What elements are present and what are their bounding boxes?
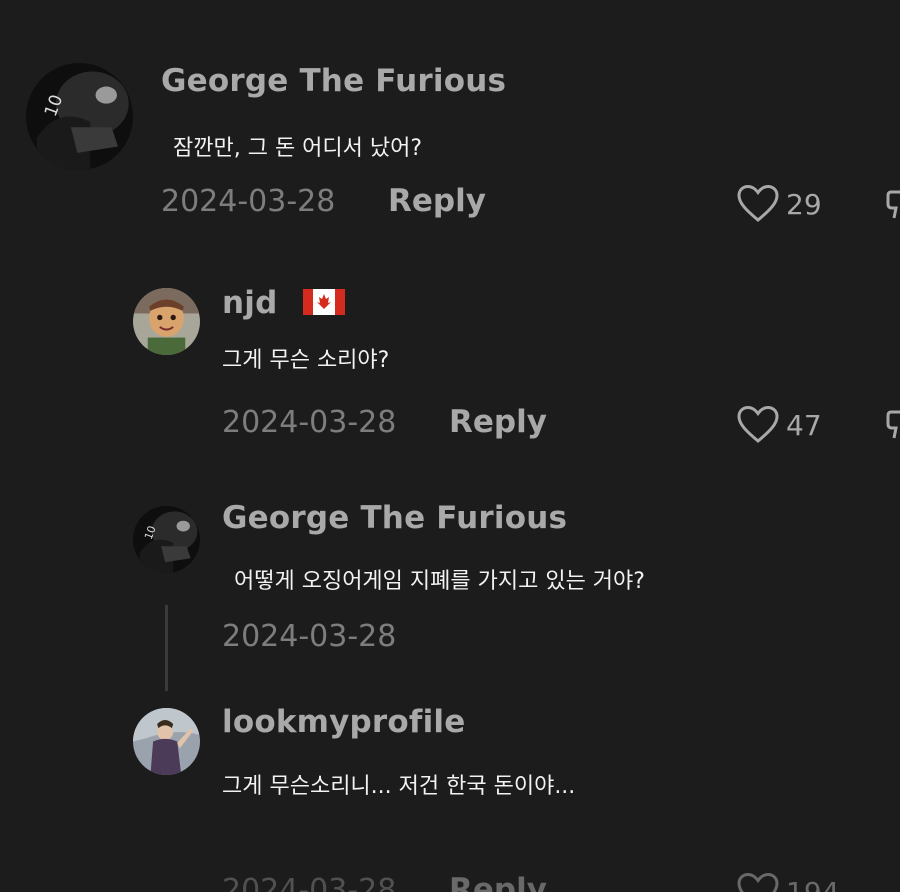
dislike-icon[interactable] <box>886 410 900 440</box>
username-text: njd <box>222 285 278 321</box>
helmet-avatar-icon: 10 <box>26 63 133 170</box>
comment-date: 2024-03-28 <box>222 873 397 892</box>
comment-thread-screen: 10 George The Furious 잠깐만, 그 돈 어디서 났어? 2… <box>0 0 900 892</box>
figure-avatar-icon <box>133 708 200 775</box>
comment-date: 2024-03-28 <box>222 405 397 440</box>
heart-icon <box>737 184 779 222</box>
comment-text: 그게 무슨 소리야? <box>222 348 390 373</box>
helmet-avatar-icon: 10 <box>133 506 200 573</box>
like-count: 29 <box>786 187 822 221</box>
like-count: 194 <box>786 875 840 892</box>
reply-button[interactable]: Reply <box>449 404 547 440</box>
comment-text: 그게 무슨소리니... 저건 한국 돈이야... <box>222 774 576 799</box>
avatar[interactable]: 10 <box>26 63 133 170</box>
avatar[interactable] <box>133 708 200 775</box>
avatar[interactable]: 10 <box>133 506 200 573</box>
like-button[interactable]: 47 <box>736 405 822 445</box>
heart-icon <box>737 405 779 443</box>
comment-text: 잠깐만, 그 돈 어디서 났어? <box>173 136 423 161</box>
dislike-icon[interactable] <box>886 190 900 220</box>
username[interactable]: George The Furious <box>222 500 567 536</box>
comment-date: 2024-03-28 <box>222 619 397 654</box>
comment-text: 어떻게 오징어게임 지폐를 가지고 있는 거야? <box>234 569 645 594</box>
reply-button[interactable]: Reply <box>449 872 547 892</box>
like-button[interactable]: 29 <box>736 184 822 224</box>
like-button[interactable]: 194 <box>736 872 839 892</box>
avatar[interactable] <box>133 288 200 355</box>
comment-date: 2024-03-28 <box>161 184 336 219</box>
thread-line <box>165 605 168 691</box>
username[interactable]: njd <box>222 285 345 321</box>
username[interactable]: lookmyprofile <box>222 704 466 740</box>
canada-flag-icon <box>302 288 345 315</box>
heart-icon <box>737 872 779 892</box>
username[interactable]: George The Furious <box>161 63 506 99</box>
like-count: 47 <box>786 408 822 442</box>
toy-avatar-icon <box>133 288 200 355</box>
reply-button[interactable]: Reply <box>388 183 486 219</box>
